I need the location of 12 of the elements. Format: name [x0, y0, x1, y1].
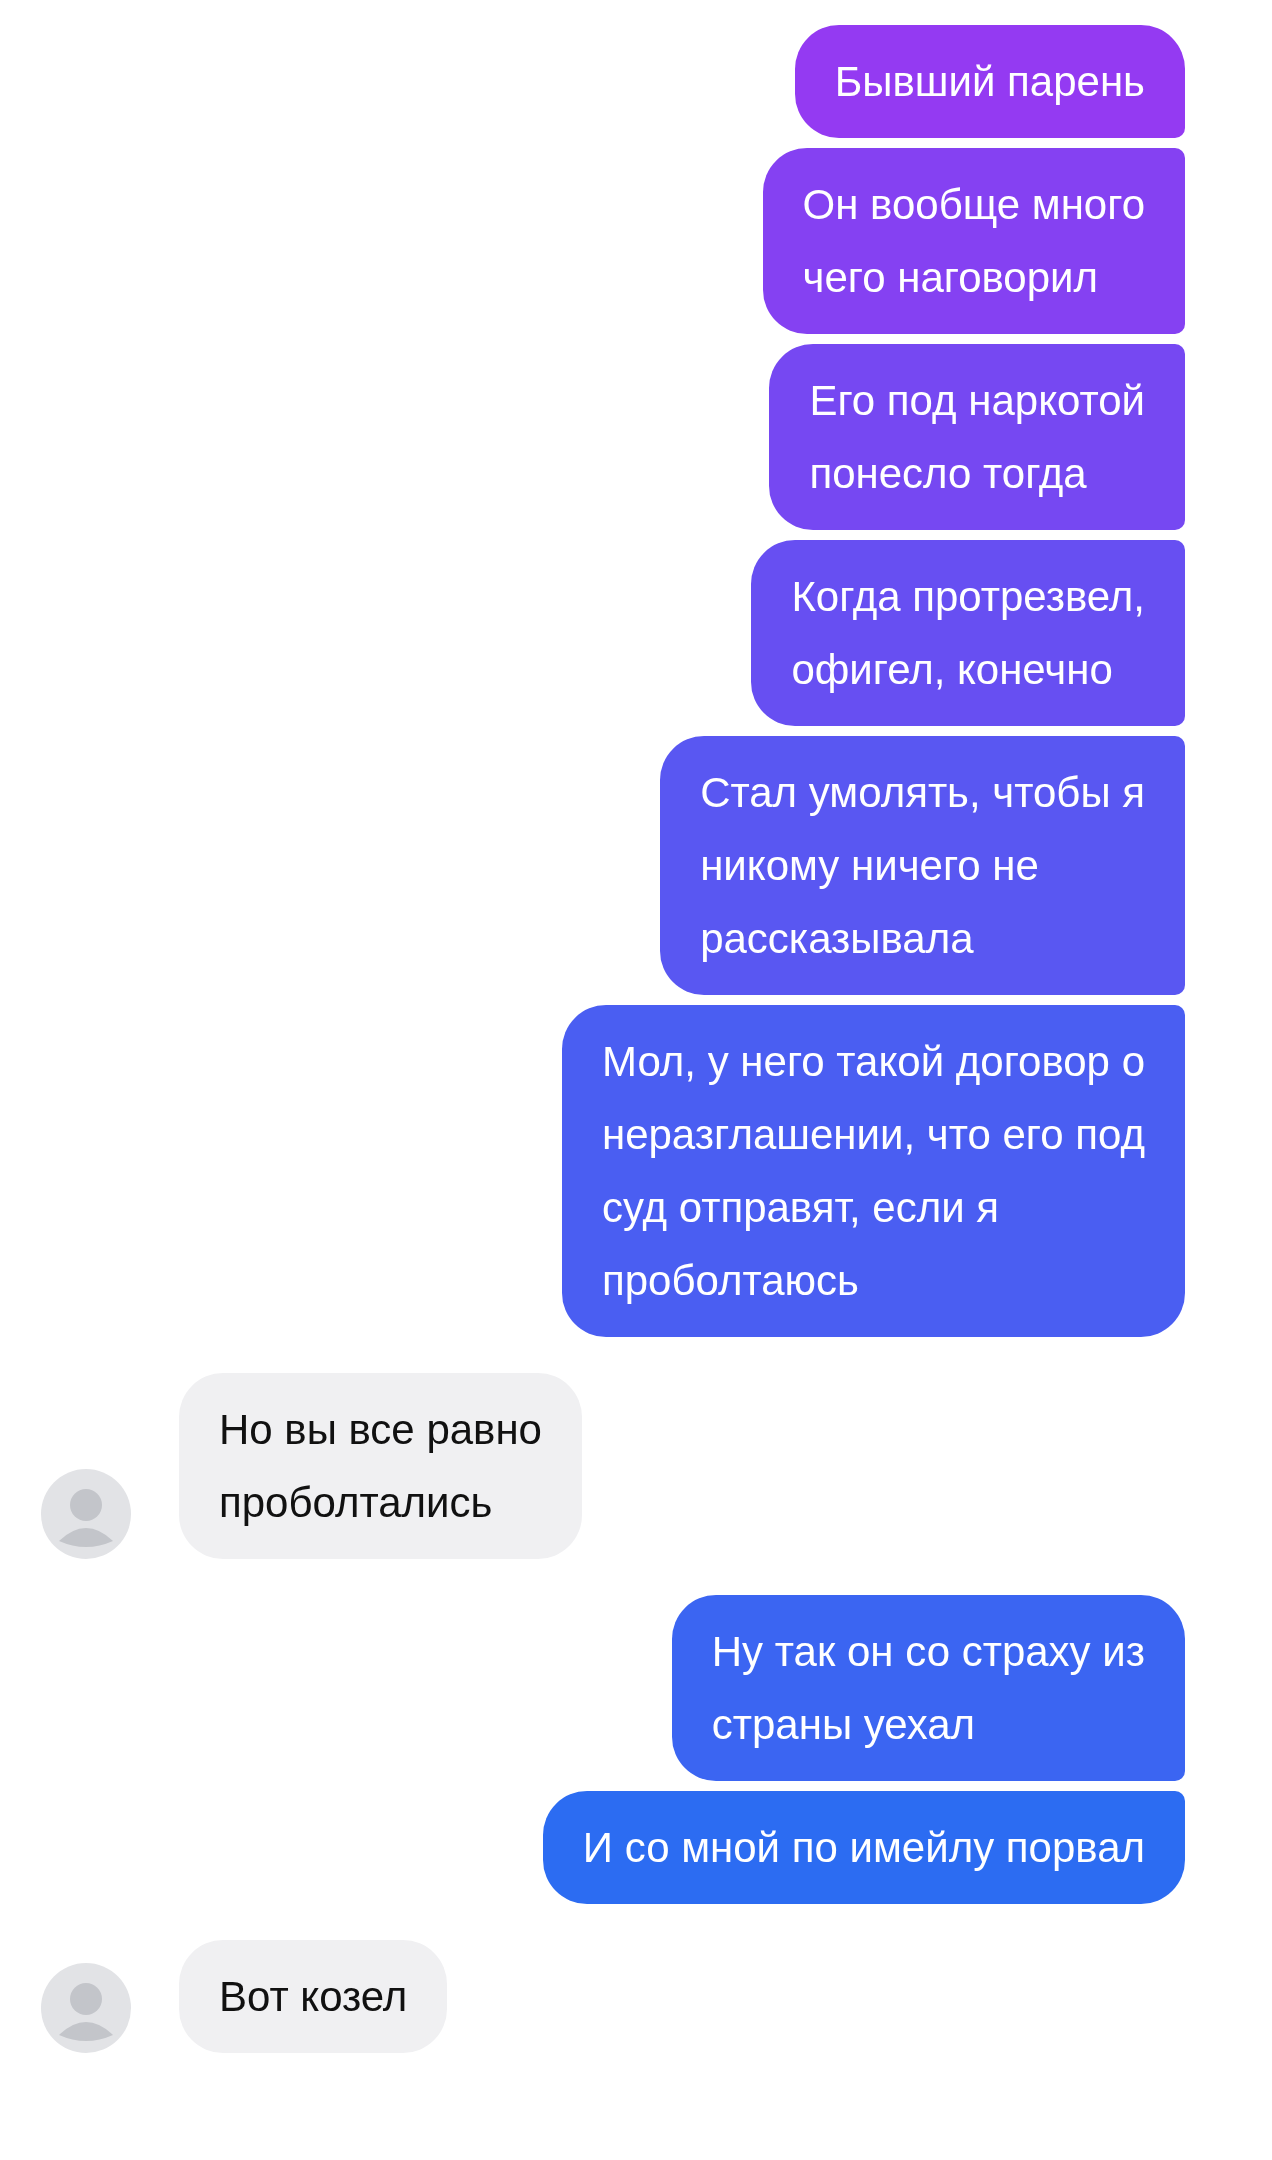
- message-bubble: И со мной по имейлу порвал: [542, 1791, 1185, 1904]
- message-bubble: Мол, у него такой договор о неразглашении, что его под суд отправят, если я проболтаюсь: [561, 1005, 1185, 1337]
- avatar-icon: [41, 1469, 131, 1559]
- message-bubble: Бывший парень: [794, 25, 1185, 138]
- message-bubble: Ну так он со страху из страны уехал: [671, 1595, 1185, 1781]
- message-bubble: Он вообще много чего наговорил: [762, 148, 1185, 334]
- avatar-icon: [41, 1963, 131, 2053]
- message-bubble: Его под наркотой понесло тогда: [769, 344, 1185, 530]
- message-bubble: Но вы все равно проболтались: [179, 1373, 582, 1559]
- message-bubble: Стал умолять, чтобы я никому ничего не рассказывала: [660, 736, 1185, 995]
- message-bubble: Вот козел: [179, 1940, 448, 2053]
- message-bubble: Когда протрезвел, офигел, конечно: [751, 540, 1185, 726]
